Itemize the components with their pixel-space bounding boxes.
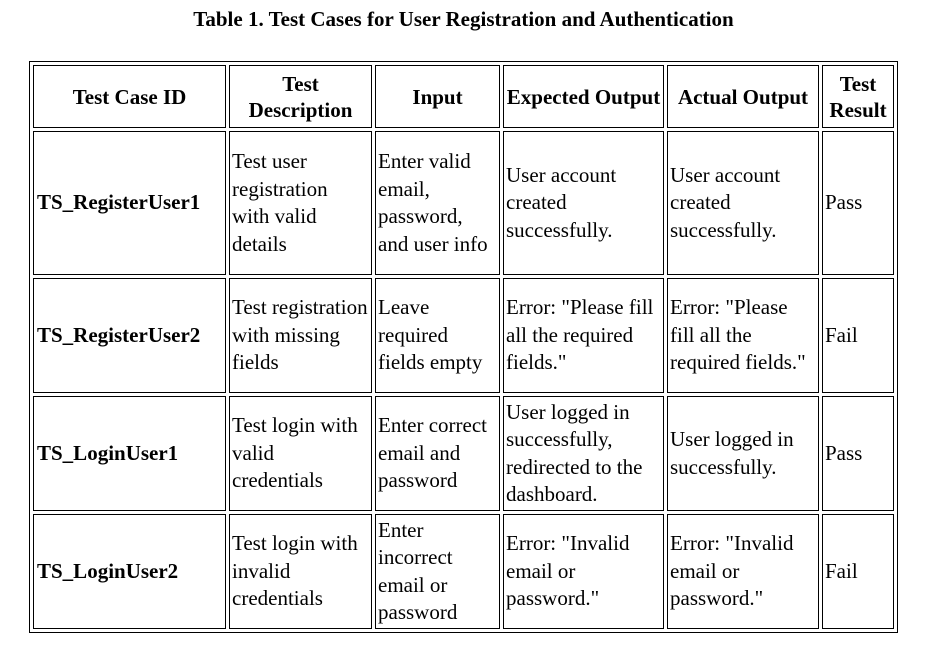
cell-test-description: Test registration with missing fields (229, 278, 372, 393)
cell-actual-output: User logged in successfully. (667, 396, 819, 511)
table-row: TS_LoginUser2 Test login with invalid cr… (33, 514, 894, 629)
test-cases-table: Test Case ID Test Description Input Expe… (29, 61, 898, 633)
cell-test-case-id: TS_RegisterUser1 (33, 131, 226, 275)
cell-test-result: Pass (822, 131, 894, 275)
header-input: Input (375, 65, 500, 128)
cell-test-case-id: TS_RegisterUser2 (33, 278, 226, 393)
cell-actual-output: Error: "Invalid email or password." (667, 514, 819, 629)
table-title: Table 1. Test Cases for User Registratio… (193, 7, 734, 31)
header-actual-output: Actual Output (667, 65, 819, 128)
table-row: TS_RegisterUser1 Test user registration … (33, 131, 894, 275)
table-row: TS_LoginUser1 Test login with valid cred… (33, 396, 894, 511)
cell-test-description: Test login with invalid credentials (229, 514, 372, 629)
cell-test-description: Test login with valid credentials (229, 396, 372, 511)
cell-actual-output: Error: "Please fill all the required fie… (667, 278, 819, 393)
cell-actual-output: User account created successfully. (667, 131, 819, 275)
cell-expected-output: User account created successfully. (503, 131, 664, 275)
cell-input: Leave required fields empty (375, 278, 500, 393)
cell-test-description: Test user registration with valid detail… (229, 131, 372, 275)
cell-test-result: Fail (822, 278, 894, 393)
cell-input: Enter incorrect email or password (375, 514, 500, 629)
cell-expected-output: Error: "Please fill all the required fie… (503, 278, 664, 393)
cell-test-result: Fail (822, 514, 894, 629)
header-expected-output: Expected Output (503, 65, 664, 128)
header-test-description: Test Description (229, 65, 372, 128)
cell-test-case-id: TS_LoginUser1 (33, 396, 226, 511)
header-test-case-id: Test Case ID (33, 65, 226, 128)
cell-input: Enter valid email, password, and user in… (375, 131, 500, 275)
cell-input: Enter correct email and password (375, 396, 500, 511)
table-row: TS_RegisterUser2 Test registration with … (33, 278, 894, 393)
cell-test-case-id: TS_LoginUser2 (33, 514, 226, 629)
table-header-row: Test Case ID Test Description Input Expe… (33, 65, 894, 128)
cell-expected-output: Error: "Invalid email or password." (503, 514, 664, 629)
cell-test-result: Pass (822, 396, 894, 511)
cell-expected-output: User logged in successfully, redirected … (503, 396, 664, 511)
header-test-result: Test Result (822, 65, 894, 128)
